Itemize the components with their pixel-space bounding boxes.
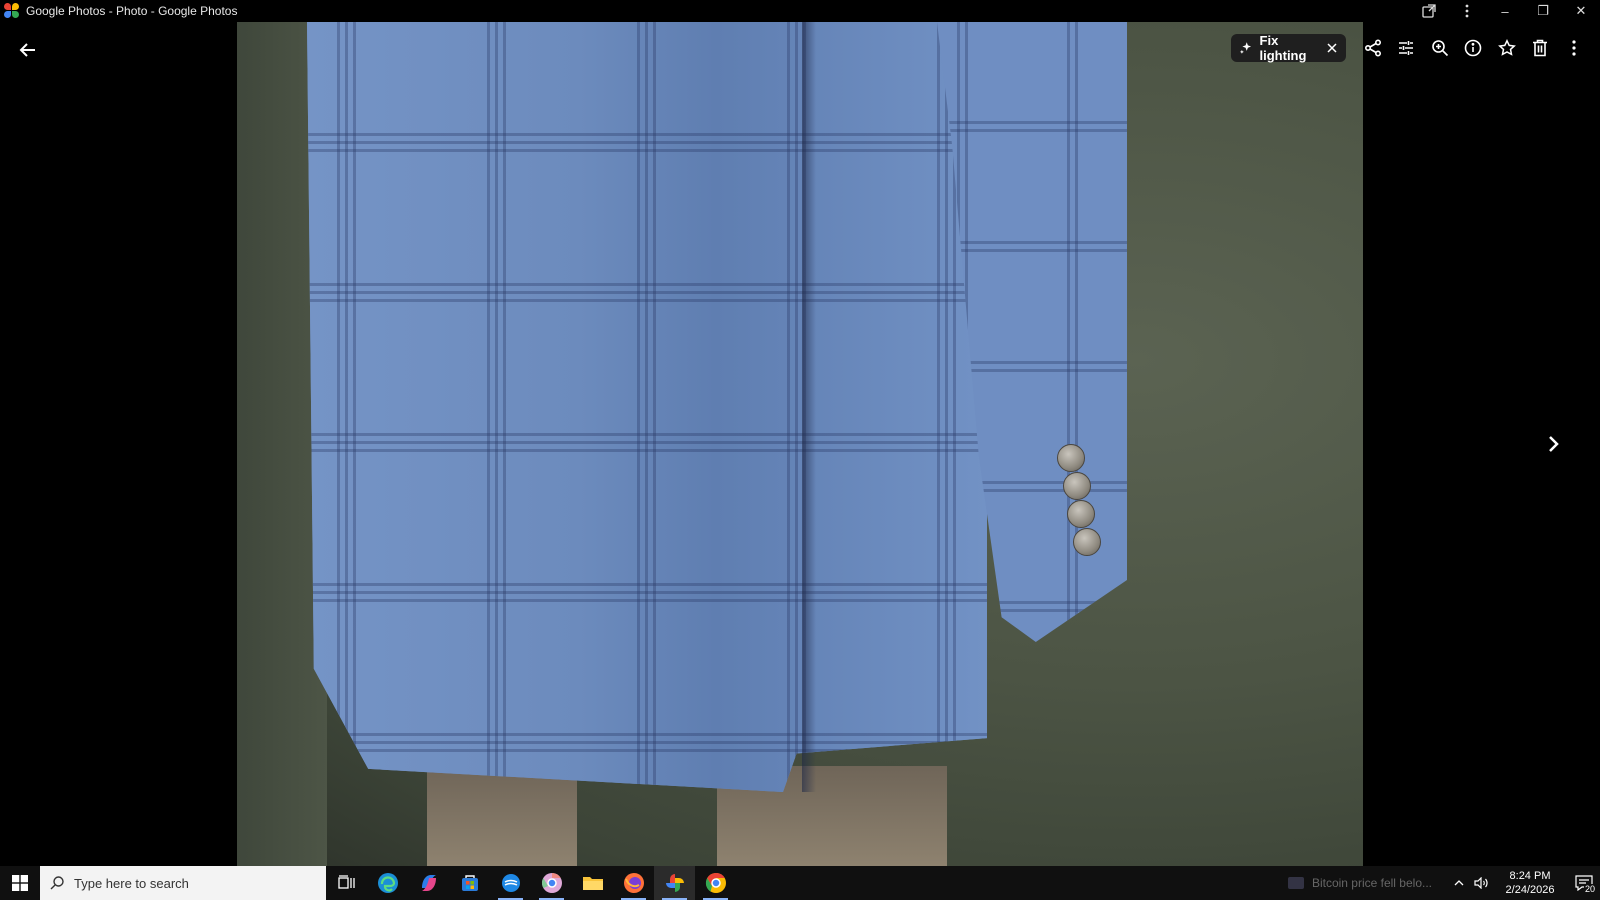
chrome-icon xyxy=(705,872,726,893)
favorite-button[interactable] xyxy=(1490,32,1524,64)
search-placeholder: Type here to search xyxy=(74,875,189,891)
photo-toolbar xyxy=(1356,32,1591,64)
taskbar-edge[interactable] xyxy=(367,866,408,900)
news-widget[interactable]: Bitcoin price fell belo... xyxy=(1287,876,1432,890)
taskbar-file-explorer[interactable] xyxy=(572,866,613,900)
task-view-button[interactable] xyxy=(326,866,367,900)
show-hidden-icons-button[interactable] xyxy=(1448,866,1470,900)
info-icon xyxy=(1464,39,1482,57)
fix-lighting-label: Fix lighting xyxy=(1259,33,1307,63)
cuff-button xyxy=(1063,472,1091,500)
more-vertical-icon xyxy=(1572,40,1576,56)
volume-button[interactable] xyxy=(1470,866,1492,900)
cuff-button xyxy=(1067,500,1095,528)
google-photos-icon xyxy=(665,874,684,892)
edit-adjust-icon xyxy=(1399,41,1414,55)
cuff-button xyxy=(1073,528,1101,556)
clock-time: 8:24 PM xyxy=(1509,870,1551,882)
search-icon xyxy=(50,876,64,890)
more-options-button[interactable] xyxy=(1557,32,1591,64)
news-icon xyxy=(1287,877,1304,889)
fix-lighting-suggestion[interactable]: Fix lighting xyxy=(1231,33,1346,63)
start-button[interactable] xyxy=(0,866,40,900)
speaker-icon xyxy=(1474,877,1488,889)
more-vertical-icon xyxy=(1465,4,1469,18)
windows-taskbar: Type here to search Bitcoin price fell b… xyxy=(0,866,1600,900)
folder-icon xyxy=(582,877,603,890)
favorite-star-icon xyxy=(1497,39,1516,56)
share-icon xyxy=(1364,39,1381,57)
window-controls: – ❐ ✕ xyxy=(1410,0,1600,22)
news-headline: Bitcoin price fell belo... xyxy=(1311,876,1432,890)
edge-icon xyxy=(377,873,398,893)
cuff-button xyxy=(1057,444,1085,472)
microsoft-store-icon xyxy=(461,875,478,891)
task-view-icon xyxy=(337,875,355,889)
taskbar-app-blue[interactable] xyxy=(490,866,531,900)
chrome-variant-icon xyxy=(541,872,562,893)
jacket-vent xyxy=(802,22,816,792)
sparkle-icon xyxy=(1239,42,1252,54)
close-icon xyxy=(1327,43,1337,53)
taskbar-clock[interactable]: 8:24 PM 2/24/2026 xyxy=(1498,869,1562,897)
taskbar-store[interactable] xyxy=(449,866,490,900)
zoom-button[interactable] xyxy=(1423,32,1457,64)
chevron-right-icon xyxy=(1549,436,1559,452)
delete-button[interactable] xyxy=(1524,32,1558,64)
system-tray: Bitcoin price fell belo... 8:24 PM 2/24/… xyxy=(1287,866,1600,900)
info-button[interactable] xyxy=(1457,32,1491,64)
photo-viewer-window: Google Photos - Photo - Google Photos – … xyxy=(0,0,1600,866)
minimize-button[interactable]: – xyxy=(1486,0,1524,22)
delete-icon xyxy=(1533,39,1548,57)
taskbar-chrome[interactable] xyxy=(695,866,736,900)
photo-image[interactable] xyxy=(237,22,1363,866)
next-photo-button[interactable] xyxy=(1537,428,1569,460)
edit-button[interactable] xyxy=(1390,32,1424,64)
dismiss-suggestion-button[interactable] xyxy=(1326,42,1338,54)
copilot-icon xyxy=(421,875,436,891)
notification-center-button[interactable]: 20 xyxy=(1568,866,1600,900)
blue-app-icon xyxy=(501,874,520,892)
open-in-new-icon xyxy=(1422,4,1436,18)
taskbar-firefox[interactable] xyxy=(613,866,654,900)
notification-count: 20 xyxy=(1583,884,1596,894)
close-window-button[interactable]: ✕ xyxy=(1562,0,1600,22)
zoom-in-icon xyxy=(1431,40,1448,57)
google-photos-logo-icon xyxy=(4,3,20,19)
title-bar: Google Photos - Photo - Google Photos – … xyxy=(0,0,1600,22)
restore-button[interactable]: ❐ xyxy=(1524,0,1562,22)
taskbar-chrome-profile[interactable] xyxy=(531,866,572,900)
firefox-icon xyxy=(623,873,644,893)
taskbar-google-photos[interactable] xyxy=(654,866,695,900)
chevron-up-icon xyxy=(1454,880,1464,886)
taskbar-search-box[interactable]: Type here to search xyxy=(40,866,326,900)
app-menu-button[interactable] xyxy=(1448,0,1486,22)
arrow-left-icon xyxy=(19,43,35,57)
back-button[interactable] xyxy=(12,34,44,66)
windows-logo-icon xyxy=(12,875,28,891)
mannequin-leg xyxy=(427,766,577,866)
jacket-body xyxy=(307,22,987,792)
taskbar-copilot[interactable] xyxy=(408,866,449,900)
clock-date: 2/24/2026 xyxy=(1505,884,1555,896)
open-external-button[interactable] xyxy=(1410,0,1448,22)
share-button[interactable] xyxy=(1356,32,1390,64)
window-title: Google Photos - Photo - Google Photos xyxy=(26,4,238,18)
